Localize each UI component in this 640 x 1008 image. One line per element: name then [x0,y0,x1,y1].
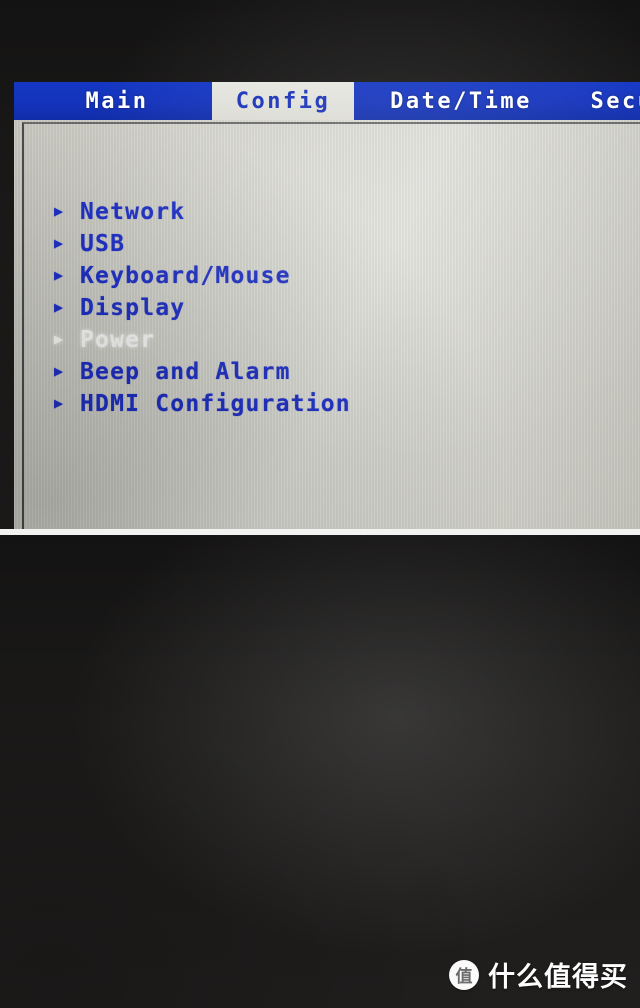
tab-date-time[interactable]: Date/Time [356,82,566,120]
tab-config[interactable]: Config [212,82,354,120]
bios-content-panel-top: ▶ Network ▶ USB ▶ Keyboard/Mouse ▶ Display ▶ Powe… [22,122,640,529]
menu-item-power[interactable]: ▶ Power [54,324,351,356]
submenu-arrow-icon: ▶ [54,329,65,348]
submenu-arrow-icon: ▶ [54,297,65,316]
menu-item-hdmi-configuration[interactable]: ▶ HDMI Configuration [54,388,351,420]
tab-label: Main [85,88,149,114]
laptop-bezel-bottom [0,535,640,1008]
menu-item-label: Keyboard/Mouse [80,263,291,289]
bottom-photo-power-submenu: ThinkPad Setup Config Power AMD PowerNow… [0,535,640,1008]
submenu-arrow-icon: ▶ [54,201,65,220]
menu-item-usb[interactable]: ▶ USB [54,228,351,260]
submenu-arrow-icon: ▶ [54,361,65,380]
menu-item-label: Network [80,199,186,225]
watermark-logo-icon: 值 [449,959,479,990]
bios-tab-bar: Main Config Date/Time Secu [14,82,640,120]
menu-item-label: USB [80,231,126,257]
tab-main[interactable]: Main [22,82,212,120]
menu-item-label: HDMI Configuration [80,391,351,417]
submenu-arrow-icon: ▶ [54,265,65,284]
config-menu-list: ▶ Network ▶ USB ▶ Keyboard/Mouse ▶ Display ▶ Powe… [54,196,351,420]
menu-item-display[interactable]: ▶ Display [54,292,351,324]
tab-label: Date/Time [390,88,532,114]
menu-item-keyboard-mouse[interactable]: ▶ Keyboard/Mouse [54,260,351,292]
watermark: 值 什么值得买 [449,955,628,994]
watermark-text: 什么值得买 [488,962,628,993]
tab-secu[interactable]: Secu [590,82,640,120]
tab-label: Config [235,88,331,114]
menu-item-label: Beep and Alarm [80,359,291,385]
submenu-arrow-icon: ▶ [54,393,65,412]
menu-item-beep-and-alarm[interactable]: ▶ Beep and Alarm [54,356,351,388]
menu-item-label: Power [80,327,156,353]
submenu-arrow-icon: ▶ [54,233,65,252]
tab-label: Secu [590,88,640,114]
bios-screen-top: Main Config Date/Time Secu ▶ Network ▶ USB ▶ Key… [14,82,640,529]
top-photo-bios-config-menu: Main Config Date/Time Secu ▶ Network ▶ USB ▶ Key… [0,0,640,529]
menu-item-label: Display [80,295,186,321]
menu-item-network[interactable]: ▶ Network [54,196,351,228]
